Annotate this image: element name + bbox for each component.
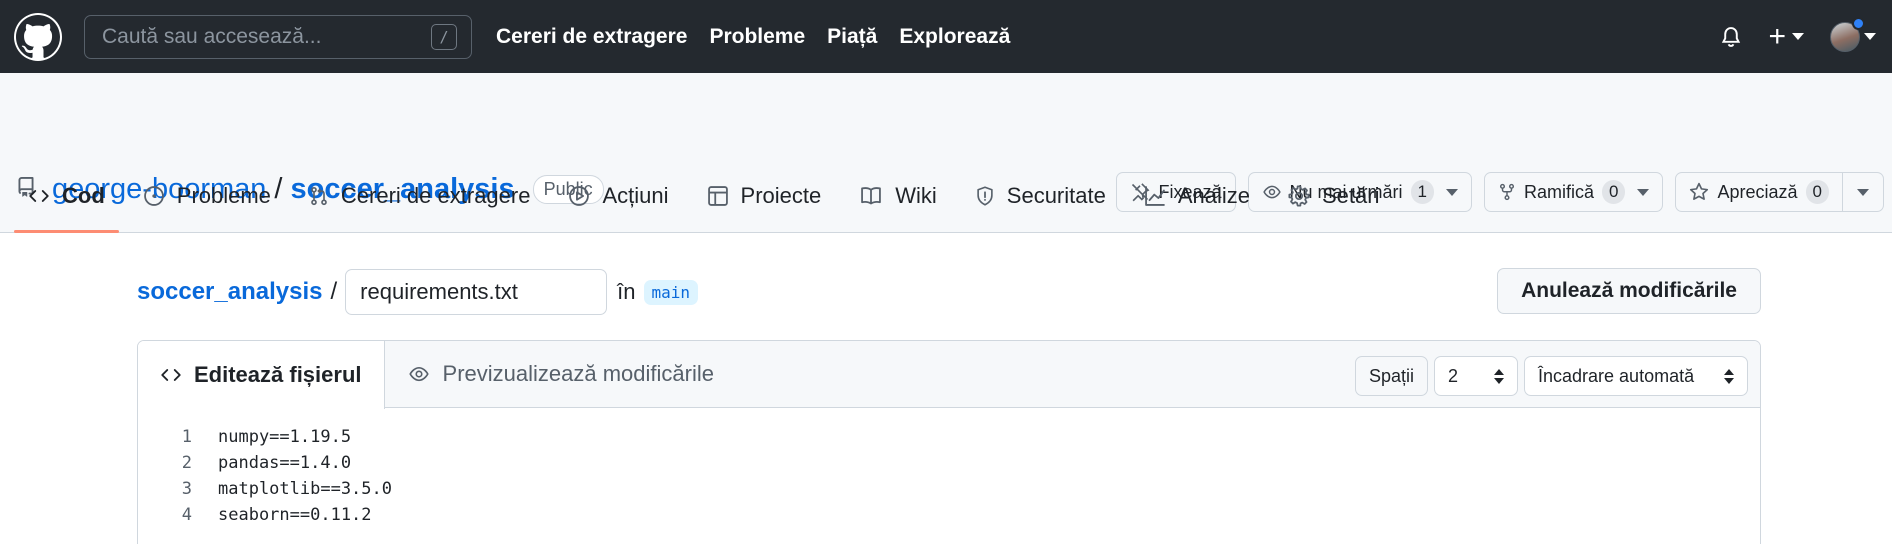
tab-label: Securitate (1006, 182, 1106, 208)
search-input[interactable]: Caută sau accesează... / (84, 14, 472, 59)
gear-icon (1288, 184, 1310, 207)
bell-icon[interactable] (1720, 25, 1742, 49)
cancel-changes-button[interactable]: Anulează modificările (1497, 268, 1761, 314)
tab-label: Setări (1322, 182, 1380, 208)
graph-icon (1145, 185, 1165, 206)
code-line: 4 seaborn==0.11.2 (138, 502, 1760, 528)
in-label: în (617, 279, 636, 304)
code-line: 1 numpy==1.19.5 (138, 424, 1760, 450)
fork-label: Ramifică (1524, 181, 1595, 202)
preview-changes-label: Previzualizează modificările (442, 361, 714, 386)
select-arrows-icon (1494, 368, 1504, 384)
tab-label: Proiecte (740, 182, 822, 208)
watch-count: 1 (1410, 180, 1434, 204)
line-text: seaborn==0.11.2 (218, 505, 372, 525)
breadcrumb: soccer_analysis / în main (137, 269, 699, 315)
tab-settings[interactable]: Setări (1274, 159, 1393, 232)
nav-marketplace[interactable]: Piață (827, 25, 877, 49)
tab-security[interactable]: Securitate (961, 159, 1120, 232)
line-text: matplotlib==3.5.0 (218, 479, 392, 499)
global-nav: Cereri de extragere Probleme Piață Explo… (496, 25, 1010, 49)
line-text: pandas==1.4.0 (218, 453, 352, 473)
header-actions: + (1720, 0, 1876, 73)
book-icon (861, 186, 882, 204)
shield-icon (977, 185, 993, 206)
chevron-down-icon (1637, 188, 1650, 196)
repo-tabs: Cod Probleme Cereri de extragere Acțiuni… (14, 159, 1403, 233)
indent-mode-select[interactable]: Spații (1354, 356, 1428, 396)
code-content[interactable]: 1 numpy==1.19.5 2 pandas==1.4.0 3 matplo… (138, 408, 1760, 528)
star-icon (1690, 182, 1709, 200)
chevron-down-icon (1446, 188, 1458, 196)
pull-request-icon (311, 186, 327, 205)
global-header: Caută sau accesează... / Cereri de extra… (0, 0, 1892, 73)
chevron-down-icon (1792, 33, 1804, 40)
line-number: 1 (181, 427, 192, 447)
tab-projects[interactable]: Proiecte (693, 159, 836, 232)
tab-label: Cod (62, 182, 105, 208)
select-arrows-icon (1724, 368, 1734, 384)
nav-issues[interactable]: Probleme (709, 25, 805, 49)
line-wrap-value: Încadrare automată (1538, 365, 1695, 386)
line-number: 2 (181, 453, 192, 473)
indent-size-select[interactable]: 2 (1434, 356, 1518, 396)
tab-issues[interactable]: Probleme (129, 159, 285, 232)
line-number: 4 (181, 505, 192, 525)
breadcrumb-separator: / (330, 278, 338, 305)
star-button-group: Apreciază 0 (1675, 172, 1884, 212)
star-lists-dropdown[interactable] (1843, 172, 1884, 212)
play-icon (569, 185, 590, 206)
create-new-button[interactable]: + (1768, 19, 1804, 53)
tab-pull-requests[interactable]: Cereri de extragere (295, 159, 545, 232)
code-icon (29, 189, 49, 202)
tab-label: Wiki (895, 182, 937, 208)
tab-label: Cereri de extragere (340, 182, 531, 208)
nav-explore[interactable]: Explorează (899, 25, 1010, 49)
code-line: 2 pandas==1.4.0 (138, 450, 1760, 476)
tab-actions[interactable]: Acțiuni (554, 159, 682, 232)
fork-icon (1499, 183, 1515, 201)
star-label: Apreciază (1717, 181, 1798, 202)
tab-label: Analize (1177, 182, 1250, 208)
chevron-down-icon (1857, 188, 1869, 196)
line-number: 3 (181, 479, 192, 499)
user-menu[interactable] (1830, 16, 1876, 52)
preview-changes-tab[interactable]: Previzualizează modificările (385, 341, 736, 407)
code-icon (161, 369, 181, 381)
plus-icon: + (1768, 19, 1786, 53)
star-button[interactable]: Apreciază 0 (1675, 172, 1843, 212)
issue-icon (143, 185, 164, 206)
tab-label: Probleme (176, 182, 271, 208)
line-wrap-select[interactable]: Încadrare automată (1524, 356, 1748, 396)
code-line: 3 matplotlib==3.5.0 (138, 476, 1760, 502)
tab-wiki[interactable]: Wiki (845, 159, 951, 232)
search-shortcut-key: / (431, 23, 457, 50)
code-editor: Editează fișierul Previzualizează modifi… (137, 340, 1761, 544)
tab-code[interactable]: Cod (14, 159, 119, 233)
tab-insights[interactable]: Analize (1130, 159, 1264, 232)
table-icon (707, 185, 728, 206)
nav-pull-requests[interactable]: Cereri de extragere (496, 25, 687, 49)
star-count: 0 (1805, 180, 1829, 204)
edit-file-label: Editează fișierul (194, 362, 362, 387)
edit-file-tab[interactable]: Editează fișierul (138, 341, 385, 409)
notification-dot-icon (1852, 16, 1865, 30)
eye-icon (408, 366, 429, 382)
branch-badge: main (643, 279, 699, 305)
filename-input[interactable] (345, 269, 608, 315)
breadcrumb-repo-link[interactable]: soccer_analysis (137, 278, 322, 306)
line-text: numpy==1.19.5 (218, 427, 352, 447)
fork-button[interactable]: Ramifică 0 (1484, 172, 1664, 212)
chevron-down-icon (1864, 33, 1876, 40)
editor-toolbar: Editează fișierul Previzualizează modifi… (138, 341, 1760, 409)
indent-mode-value: Spații (1368, 365, 1414, 386)
repo-header: george-boorman / soccer_analysis Public … (0, 73, 1892, 233)
fork-count: 0 (1602, 180, 1626, 204)
search-placeholder: Caută sau accesează... (102, 24, 322, 48)
editor-options: Spații 2 Încadrare automată (1354, 356, 1748, 396)
indent-size-value: 2 (1448, 365, 1459, 386)
tab-label: Acțiuni (602, 182, 669, 208)
github-logo-icon[interactable] (14, 12, 62, 61)
